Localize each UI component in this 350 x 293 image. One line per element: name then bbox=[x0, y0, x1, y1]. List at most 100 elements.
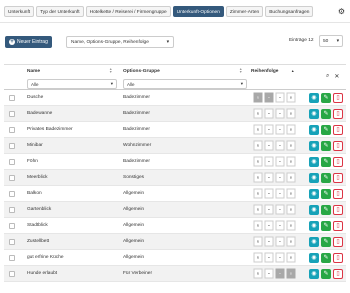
move-down-icon[interactable]: › bbox=[275, 204, 285, 215]
eye-icon[interactable]: ◉ bbox=[309, 125, 319, 135]
trash-icon[interactable]: ▯ bbox=[333, 173, 343, 183]
move-bottom-icon[interactable]: » bbox=[286, 188, 296, 199]
tab-zimmer-arten[interactable]: Zimmer-Arten bbox=[225, 6, 264, 17]
sort-icon[interactable]: ▲ ▼ bbox=[109, 67, 112, 74]
row-checkbox[interactable] bbox=[9, 95, 15, 101]
eye-icon[interactable]: ◉ bbox=[309, 269, 319, 279]
eye-icon[interactable]: ◉ bbox=[309, 221, 319, 231]
move-down-icon[interactable]: › bbox=[275, 92, 285, 103]
move-top-icon[interactable]: « bbox=[253, 92, 263, 103]
trash-icon[interactable]: ▯ bbox=[333, 141, 343, 151]
move-down-icon[interactable]: › bbox=[275, 156, 285, 167]
move-bottom-icon[interactable]: » bbox=[286, 156, 296, 167]
move-down-icon[interactable]: › bbox=[275, 140, 285, 151]
trash-icon[interactable]: ▯ bbox=[333, 205, 343, 215]
move-top-icon[interactable]: « bbox=[253, 156, 263, 167]
tab-unterkunft[interactable]: Unterkunft bbox=[4, 6, 35, 17]
move-bottom-icon[interactable]: » bbox=[286, 252, 296, 263]
pencil-icon[interactable]: ✎ bbox=[321, 157, 331, 167]
move-bottom-icon[interactable]: » bbox=[286, 204, 296, 215]
gear-icon[interactable]: ⚙ bbox=[336, 6, 347, 17]
eye-icon[interactable]: ◉ bbox=[309, 173, 319, 183]
move-up-icon[interactable]: ‹ bbox=[264, 252, 274, 263]
name-filter-select[interactable]: Alle ▾ bbox=[27, 79, 117, 89]
new-entry-button[interactable]: + Neuer Eintrag bbox=[5, 36, 52, 48]
move-down-icon[interactable]: › bbox=[275, 220, 285, 231]
close-icon[interactable]: ✕ bbox=[334, 73, 339, 80]
pencil-icon[interactable]: ✎ bbox=[321, 125, 331, 135]
row-checkbox[interactable] bbox=[9, 271, 15, 277]
table-row[interactable]: Privates Badezimmer Badezimmer «‹ ›» ◉ ✎ ▯ bbox=[4, 122, 346, 138]
move-down-icon[interactable]: › bbox=[275, 252, 285, 263]
pencil-icon[interactable]: ✎ bbox=[321, 237, 331, 247]
table-row[interactable]: Balkon Allgemein «‹ ›» ◉ ✎ ▯ bbox=[4, 186, 346, 202]
move-up-icon[interactable]: ‹ bbox=[264, 108, 274, 119]
trash-icon[interactable]: ▯ bbox=[333, 157, 343, 167]
trash-icon[interactable]: ▯ bbox=[333, 125, 343, 135]
table-row[interactable]: Minibar Wohnzimmer «‹ ›» ◉ ✎ ▯ bbox=[4, 138, 346, 154]
trash-icon[interactable]: ▯ bbox=[333, 189, 343, 199]
sort-icon[interactable]: ▲ ▼ bbox=[239, 67, 242, 74]
pencil-icon[interactable]: ✎ bbox=[321, 141, 331, 151]
move-up-icon[interactable]: ‹ bbox=[264, 124, 274, 135]
pencil-icon[interactable]: ✎ bbox=[321, 221, 331, 231]
eye-icon[interactable]: ◉ bbox=[309, 189, 319, 199]
move-top-icon[interactable]: « bbox=[253, 204, 263, 215]
tab-buchungsanfragen[interactable]: Buchungsanfragen bbox=[265, 6, 314, 17]
move-up-icon[interactable]: ‹ bbox=[264, 268, 274, 279]
move-top-icon[interactable]: « bbox=[253, 172, 263, 183]
move-bottom-icon[interactable]: » bbox=[286, 220, 296, 231]
pencil-icon[interactable]: ✎ bbox=[321, 189, 331, 199]
move-up-icon[interactable]: ‹ bbox=[264, 220, 274, 231]
move-top-icon[interactable]: « bbox=[253, 188, 263, 199]
move-bottom-icon[interactable]: » bbox=[286, 236, 296, 247]
table-row[interactable]: Föhn Badezimmer «‹ ›» ◉ ✎ ▯ bbox=[4, 154, 346, 170]
table-row[interactable]: Hunde erlaubt Für Verbeiner «‹ ›» ◉ ✎ ▯ bbox=[4, 266, 346, 282]
move-top-icon[interactable]: « bbox=[253, 124, 263, 135]
table-row[interactable]: Meerblick Sonstiges «‹ ›» ◉ ✎ ▯ bbox=[4, 170, 346, 186]
table-row[interactable]: gut erfrine Küche Allgemein «‹ ›» ◉ ✎ ▯ bbox=[4, 250, 346, 266]
move-bottom-icon[interactable]: » bbox=[286, 268, 296, 279]
row-checkbox[interactable] bbox=[9, 175, 15, 181]
trash-icon[interactable]: ▯ bbox=[333, 237, 343, 247]
row-checkbox[interactable] bbox=[9, 127, 15, 133]
pencil-icon[interactable]: ✎ bbox=[321, 109, 331, 119]
move-down-icon[interactable]: › bbox=[275, 188, 285, 199]
column-header-name[interactable]: Name bbox=[27, 69, 40, 74]
table-row[interactable]: Gartenblick Allgemein «‹ ›» ◉ ✎ ▯ bbox=[4, 202, 346, 218]
move-down-icon[interactable]: › bbox=[275, 268, 285, 279]
row-checkbox[interactable] bbox=[9, 191, 15, 197]
row-checkbox[interactable] bbox=[9, 207, 15, 213]
eye-icon[interactable]: ◉ bbox=[309, 205, 319, 215]
move-bottom-icon[interactable]: » bbox=[286, 92, 296, 103]
column-header-group[interactable]: Options-Gruppe bbox=[123, 69, 160, 74]
tab-hotelkette[interactable]: Hotelkette / Reiserei / Firmengruppe bbox=[85, 6, 171, 17]
sort-select[interactable]: Name, Options-Gruppe, Reihenfolge ▾ bbox=[66, 36, 174, 48]
move-down-icon[interactable]: › bbox=[275, 172, 285, 183]
trash-icon[interactable]: ▯ bbox=[333, 109, 343, 119]
eye-icon[interactable]: ◉ bbox=[309, 109, 319, 119]
move-top-icon[interactable]: « bbox=[253, 140, 263, 151]
move-up-icon[interactable]: ‹ bbox=[264, 188, 274, 199]
move-bottom-icon[interactable]: » bbox=[286, 124, 296, 135]
pencil-icon[interactable]: ✎ bbox=[321, 173, 331, 183]
move-bottom-icon[interactable]: » bbox=[286, 108, 296, 119]
table-row[interactable]: Stadtblick Allgemein «‹ ›» ◉ ✎ ▯ bbox=[4, 218, 346, 234]
move-top-icon[interactable]: « bbox=[253, 108, 263, 119]
trash-icon[interactable]: ▯ bbox=[333, 253, 343, 263]
pencil-icon[interactable]: ✎ bbox=[321, 269, 331, 279]
column-header-order[interactable]: Reihenfolge bbox=[251, 69, 278, 74]
eye-icon[interactable]: ◉ bbox=[309, 141, 319, 151]
move-bottom-icon[interactable]: » bbox=[286, 172, 296, 183]
eye-icon[interactable]: ◉ bbox=[309, 237, 319, 247]
pencil-icon[interactable]: ✎ bbox=[321, 253, 331, 263]
move-up-icon[interactable]: ‹ bbox=[264, 92, 274, 103]
sort-asc-icon[interactable]: ▲ bbox=[291, 69, 294, 73]
move-top-icon[interactable]: « bbox=[253, 236, 263, 247]
trash-icon[interactable]: ▯ bbox=[333, 221, 343, 231]
move-down-icon[interactable]: › bbox=[275, 124, 285, 135]
move-up-icon[interactable]: ‹ bbox=[264, 204, 274, 215]
move-down-icon[interactable]: › bbox=[275, 236, 285, 247]
move-up-icon[interactable]: ‹ bbox=[264, 140, 274, 151]
move-top-icon[interactable]: « bbox=[253, 252, 263, 263]
